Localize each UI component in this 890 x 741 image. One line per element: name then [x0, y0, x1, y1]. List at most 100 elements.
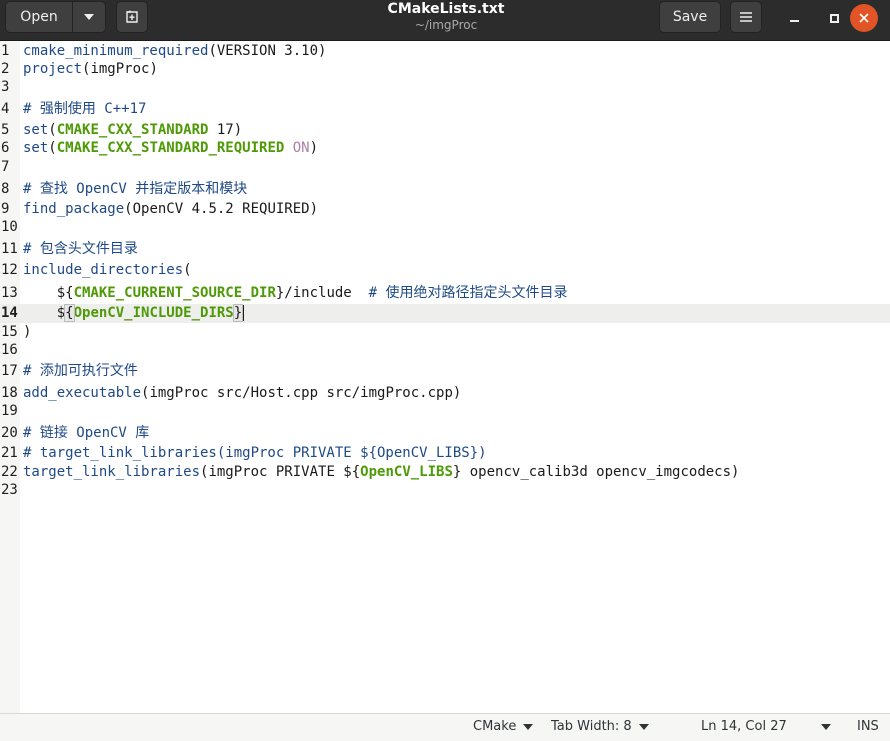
minimize-button[interactable] [782, 6, 806, 30]
code-line[interactable]: 2 project(imgProc) [0, 60, 890, 79]
code-line[interactable]: 17 # 添加可执行文件 [0, 362, 890, 381]
code-token: (imgProc src/Host.cpp src/imgProc.cpp) [141, 385, 462, 401]
code-token: CMAKE_CXX_STANDARD [56, 122, 209, 138]
line-number: 14 [1, 305, 18, 321]
code-token: # 使用绝对路径指定头文件目录 [368, 285, 568, 301]
code-line[interactable]: 9 find_package(OpenCV 4.5.2 REQUIRED) [0, 200, 890, 219]
line-number: 16 [1, 342, 18, 358]
code-line[interactable]: 10 [0, 218, 890, 237]
main-menu-button[interactable] [730, 1, 762, 33]
code-text: # 添加可执行文件 [23, 362, 138, 381]
text-cursor [243, 305, 245, 321]
tab-width-selector[interactable]: Tab Width: 8 [551, 719, 649, 734]
line-number: 21 [1, 445, 18, 461]
code-line[interactable]: 15) [0, 323, 890, 342]
open-menu-button[interactable] [72, 1, 106, 33]
code-text: ) [23, 323, 31, 342]
save-button[interactable]: Save [659, 1, 721, 33]
insert-mode-label: INS [857, 719, 879, 734]
line-number: 7 [1, 159, 10, 175]
minimize-icon [789, 20, 799, 22]
line-number: 2 [1, 61, 10, 77]
code-token: CMAKE_CURRENT_SOURCE_DIR [73, 285, 276, 301]
new-tab-icon [126, 10, 138, 23]
code-line[interactable]: 20 # 链接 OpenCV 库 [0, 424, 890, 443]
code-text: ${CMAKE_CURRENT_SOURCE_DIR}/include # 使用… [23, 284, 568, 303]
code-text: ${OpenCV_INCLUDE_DIRS} [23, 304, 245, 323]
new-tab-button[interactable] [116, 1, 148, 33]
line-number: 11 [1, 241, 18, 257]
code-text: project(imgProc) [23, 60, 158, 79]
code-token: { [64, 304, 75, 322]
line-number: 18 [1, 385, 18, 401]
code-line[interactable]: 6 set(CMAKE_CXX_STANDARD_REQUIRED ON) [0, 139, 890, 158]
chevron-down-icon [820, 723, 831, 730]
code-token: $ [23, 305, 66, 321]
code-text: cmake_minimum_required(VERSION 3.10) [23, 42, 326, 61]
code-line[interactable]: 5 set(CMAKE_CXX_STANDARD 17) [0, 121, 890, 140]
line-number: 15 [1, 324, 18, 340]
cursor-position-label: Ln 14, Col 27 [701, 719, 787, 734]
code-token: 17) [208, 122, 243, 138]
code-text: add_executable(imgProc src/Host.cpp src/… [23, 384, 461, 403]
line-number: 10 [1, 219, 18, 235]
code-text: # 链接 OpenCV 库 [23, 424, 149, 443]
code-text: # 查找 OpenCV 并指定版本和模块 [23, 180, 247, 199]
code-line[interactable]: 1 cmake_minimum_required(VERSION 3.10) [0, 42, 890, 61]
code-token: # 添加可执行文件 [23, 363, 138, 379]
code-token: } opencv_calib3d opencv_imgcodecs) [452, 464, 740, 480]
code-token: target_link_libraries [23, 464, 201, 480]
code-text: # 强制使用 C++17 [23, 100, 146, 119]
insert-mode-indicator[interactable]: INS [857, 719, 879, 734]
close-icon [859, 13, 869, 23]
code-token: (imgProc) [82, 61, 158, 77]
code-token: # 强制使用 C++17 [23, 101, 147, 117]
code-token: (imgProc PRIVATE ${ [200, 464, 361, 480]
code-token: ) [23, 324, 32, 340]
code-line[interactable]: 13 ${CMAKE_CURRENT_SOURCE_DIR}/include #… [0, 284, 890, 303]
line-number: 19 [1, 403, 18, 419]
open-button[interactable]: Open [5, 1, 73, 33]
code-token: ( [48, 122, 57, 138]
code-line[interactable]: 12 include_directories( [0, 261, 890, 280]
status-bar: CMake Tab Width: 8 Ln 14, Col 27 INS [0, 713, 890, 741]
line-number: 17 [1, 363, 18, 379]
code-line[interactable]: 16 [0, 341, 890, 360]
cursor-position-selector[interactable]: Ln 14, Col 27 [701, 719, 831, 734]
language-selector[interactable]: CMake [473, 719, 534, 734]
code-token: ${ [23, 285, 74, 301]
code-line[interactable]: 21 # target_link_libraries(imgProc PRIVAT… [0, 444, 890, 463]
code-token: cmake_minimum_required [23, 43, 209, 59]
code-token: CMAKE_CXX_STANDARD_REQUIRED [56, 140, 285, 156]
code-line[interactable]: 19 [0, 402, 890, 421]
code-line[interactable]: 8 # 查找 OpenCV 并指定版本和模块 [0, 180, 890, 199]
line-number: 22 [1, 464, 18, 480]
code-token: project [23, 61, 83, 77]
code-text: # target_link_libraries(imgProc PRIVATE … [23, 444, 487, 463]
line-number: 13 [1, 285, 18, 301]
maximize-icon [829, 13, 839, 23]
code-token: }/include [275, 285, 369, 301]
code-line[interactable]: 18 add_executable(imgProc src/Host.cpp sr… [0, 384, 890, 403]
chevron-down-icon [523, 723, 534, 730]
maximize-button[interactable] [822, 6, 846, 30]
code-token: # target_link_libraries(imgProc PRIVATE … [23, 445, 487, 461]
hamburger-menu-icon [740, 12, 752, 22]
chevron-down-icon [638, 723, 649, 730]
code-line[interactable]: 11 # 包含头文件目录 [0, 240, 890, 259]
code-token: OpenCV_INCLUDE_DIRS [73, 305, 234, 321]
code-token: (VERSION 3.10) [208, 43, 327, 59]
code-token: add_executable [23, 385, 142, 401]
code-line[interactable]: 7 [0, 158, 890, 177]
code-line[interactable]: 3 [0, 78, 890, 97]
code-line[interactable]: 4 # 强制使用 C++17 [0, 100, 890, 119]
close-button[interactable] [850, 4, 878, 32]
line-number: 6 [1, 140, 10, 156]
text-editor[interactable]: 1 cmake_minimum_required(VERSION 3.10) 2 pr… [0, 41, 890, 713]
code-line[interactable]: 14 ${OpenCV_INCLUDE_DIRS} [0, 304, 890, 323]
code-line[interactable]: 22 target_link_libraries(imgProc PRIVATE … [0, 463, 890, 482]
code-line[interactable]: 23 [0, 481, 890, 500]
line-number: 4 [1, 101, 10, 117]
code-token: # 链接 OpenCV 库 [23, 425, 150, 441]
